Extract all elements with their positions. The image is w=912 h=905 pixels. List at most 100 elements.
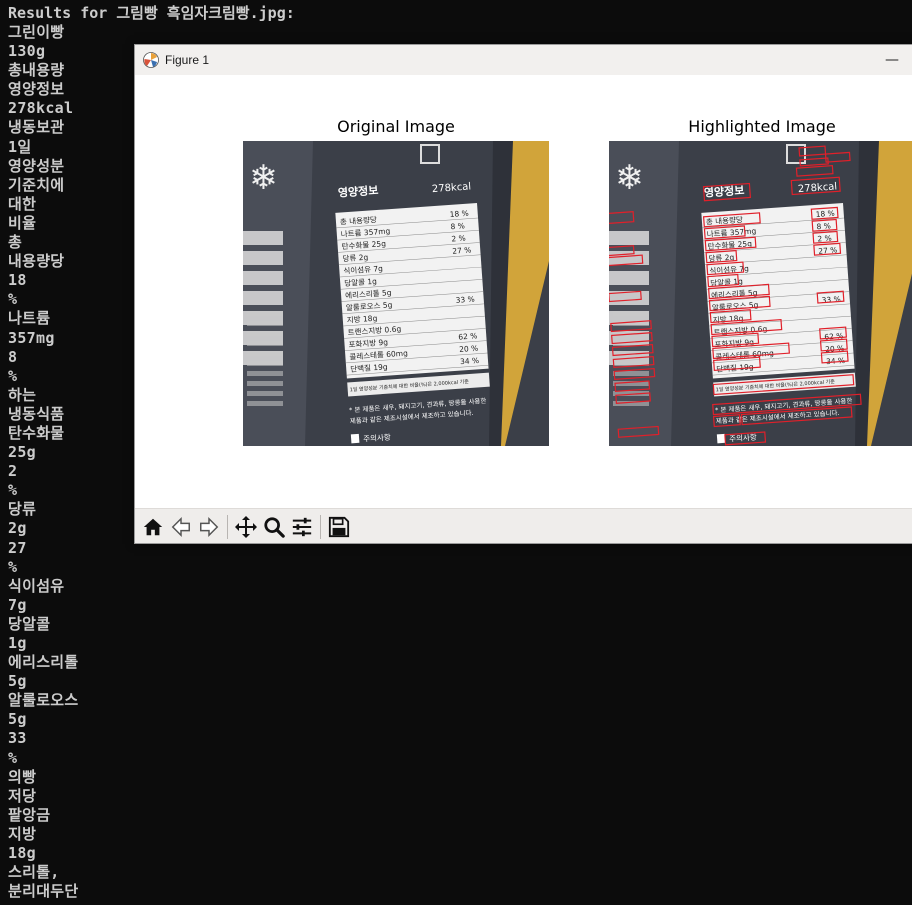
label-row-name: 당류 2g: [342, 252, 369, 264]
terminal-line: 278kcal: [8, 99, 74, 118]
terminal-line: 총내용량: [8, 61, 65, 80]
snowflake-icon: ❄: [249, 158, 278, 198]
terminal-line: 1g: [8, 634, 27, 652]
side-text-line: [247, 311, 283, 316]
terminal-line: 의빵: [8, 767, 37, 786]
terminal-line: 분리대두단: [8, 882, 79, 901]
terminal-line: 영양정보: [8, 80, 65, 99]
caution-marker: [716, 433, 726, 444]
zoom-icon[interactable]: [260, 513, 288, 541]
terminal-line: 357mg: [8, 328, 55, 347]
terminal-line: 에리스리톨: [8, 653, 79, 672]
terminal-line: 영양성분: [8, 156, 65, 175]
side-text-line: [613, 371, 649, 376]
terminal-line: 18: [8, 271, 27, 290]
label-row-pct: 34 %: [460, 356, 480, 366]
side-table-row: [609, 231, 649, 245]
back-icon[interactable]: [167, 513, 195, 541]
terminal-line: 당류: [8, 500, 37, 519]
side-table-row: [243, 271, 283, 285]
side-table-row: [243, 291, 283, 305]
terminal-line: 2g: [8, 519, 27, 538]
configure-icon[interactable]: [288, 513, 316, 541]
terminal-line: 7g: [8, 595, 27, 614]
terminal-line: 기준치에: [8, 175, 65, 194]
side-text-line: [613, 311, 649, 316]
left-subplot-title: Original Image: [337, 117, 455, 136]
forward-icon[interactable]: [195, 513, 223, 541]
terminal-line: 5g: [8, 672, 27, 691]
terminal-line: 냉동식품: [8, 404, 65, 423]
terminal-line: 저당: [8, 786, 37, 805]
terminal-line: %: [8, 481, 18, 500]
matplotlib-app-icon: [142, 51, 160, 69]
terminal-line: 총: [8, 233, 23, 252]
snowflake-icon: ❄: [615, 158, 644, 198]
highlighted-image: ❄ 영양정보 278kcal 총 내용량당 18 % 나트륨 357mg 8 % 탄수화물 2…: [609, 141, 912, 446]
figure-canvas[interactable]: Original Image Highlighted Image ❄ 영양정보 27…: [135, 75, 912, 508]
terminal-line: 나트륨: [8, 309, 51, 328]
terminal-line: 스리톨,: [8, 863, 60, 882]
side-text-line: [247, 401, 283, 406]
side-text-line: [247, 341, 283, 346]
terminal-line: %: [8, 290, 18, 309]
side-table-row: [609, 271, 649, 285]
original-photo-drawing: ❄ 영양정보 278kcal총 내용량당18 %나트륨 357mg8 %탄수화물 2…: [243, 141, 549, 446]
label-row-pct: 18 %: [449, 209, 469, 219]
side-text-line: [247, 321, 283, 326]
terminal-line: 식이섬유: [8, 576, 65, 595]
label-row-pct: 33 %: [821, 295, 841, 305]
terminal-line: 비율: [8, 213, 37, 232]
terminal-line: 33: [8, 729, 27, 748]
terminal-line: 탄수화물: [8, 423, 65, 442]
terminal-line: %: [8, 366, 18, 385]
terminal-line: 27: [8, 538, 27, 557]
navigation-toolbar: [135, 508, 912, 543]
terminal-line: 하는: [8, 385, 37, 404]
minimize-button[interactable]: —: [881, 49, 903, 71]
window-titlebar[interactable]: Figure 1 —: [135, 45, 912, 75]
side-text-line: [247, 371, 283, 376]
side-table-row: [243, 251, 283, 265]
terminal-line: 5g: [8, 710, 27, 729]
terminal-line: 그린이빵: [8, 23, 65, 41]
side-table-row: [243, 231, 283, 245]
terminal-line: 팥앙금: [8, 805, 51, 824]
terminal-line: 18g: [8, 844, 36, 863]
terminal-line: %: [8, 748, 18, 767]
toolbar-separator: [320, 515, 321, 539]
label-row-pct: 27 %: [452, 245, 472, 255]
terminal-line: 130g: [8, 42, 46, 61]
label-row-pct: 62 %: [458, 331, 478, 341]
terminal-line: 당알콜: [8, 614, 51, 633]
label-header: 영양정보: [337, 183, 378, 200]
right-subplot-title: Highlighted Image: [688, 117, 836, 136]
terminal-line: 1일: [8, 137, 32, 156]
terminal-line: 알룰로오스: [8, 691, 79, 710]
terminal-line: 25g: [8, 443, 36, 462]
window-title: Figure 1: [165, 53, 210, 67]
terminal-header: Results for 그림빵 흑임자크림빵.jpg:: [8, 4, 295, 22]
terminal-line: 냉동보관: [8, 118, 65, 137]
highlighted-photo-drawing: ❄ 영양정보 278kcal총 내용량당18 %나트륨 357mg8 %탄수화물 2…: [609, 141, 912, 446]
side-text-line: [247, 331, 283, 336]
label-row-pct: 33 %: [455, 295, 475, 305]
figure-window: Figure 1 — Original Image Highlighted Im…: [134, 44, 912, 544]
terminal-output: 그린이빵 130g 총내용량 영양정보 278kcal 냉동보관 1일 영양성분 기준치에 대한 비…: [8, 23, 138, 901]
toolbar-separator: [227, 515, 228, 539]
label-row-pct: 20 %: [459, 344, 479, 354]
side-text-line: [247, 391, 283, 396]
home-icon[interactable]: [139, 513, 167, 541]
label-row-pct: 2 %: [451, 234, 466, 244]
terminal-line: 8: [8, 347, 18, 366]
terminal-line: 2: [8, 462, 18, 481]
terminal-line: 내용량당: [8, 252, 65, 271]
side-text-line: [247, 381, 283, 386]
label-caution: 주의사항: [363, 432, 391, 444]
pan-icon[interactable]: [232, 513, 260, 541]
label-row-pct: 8 %: [450, 221, 465, 231]
save-icon[interactable]: [325, 513, 353, 541]
original-image: ❄ 영양정보 278kcal 총 내용량당 18 % 나트륨 357mg 8 % 탄수화물 2…: [243, 141, 549, 446]
side-text-line: [247, 351, 283, 356]
terminal-line: 대한: [8, 194, 37, 213]
